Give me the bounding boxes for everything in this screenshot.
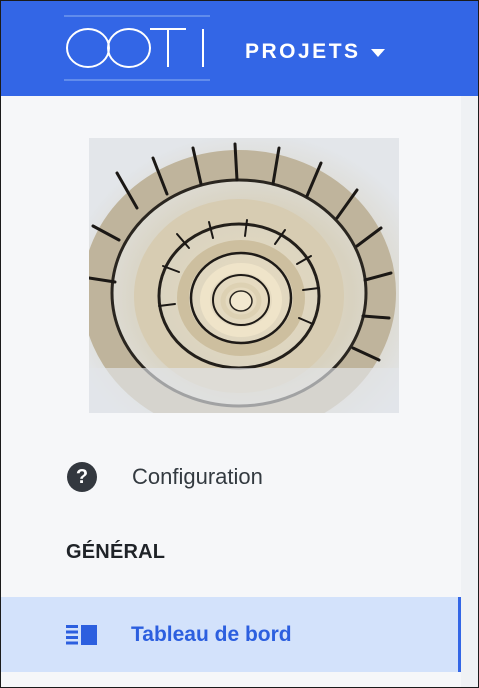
section-title-general: GÉNÉRAL: [66, 541, 166, 563]
configuration-label: Configuration: [132, 464, 263, 489]
projects-dropdown-button[interactable]: PROJETS: [245, 37, 385, 67]
active-indicator: [458, 597, 461, 672]
dashboard-icon: [66, 624, 97, 645]
project-image: [89, 138, 399, 413]
projects-label: PROJETS: [245, 40, 361, 63]
ooti-logo[interactable]: [64, 15, 210, 81]
app-window: PROJETS ? Configuration GÉNÉRAL Tableau …: [0, 0, 479, 688]
sidebar-item-label: Tableau de bord: [131, 622, 292, 646]
sidebar-scrollbar[interactable]: [461, 96, 478, 687]
help-circle-icon: ?: [67, 462, 97, 492]
top-navbar: PROJETS: [1, 1, 478, 96]
sidebar-item-dashboard[interactable]: Tableau de bord: [1, 597, 461, 672]
configuration-link[interactable]: ? Configuration: [67, 457, 263, 497]
chevron-down-icon: [370, 49, 385, 57]
